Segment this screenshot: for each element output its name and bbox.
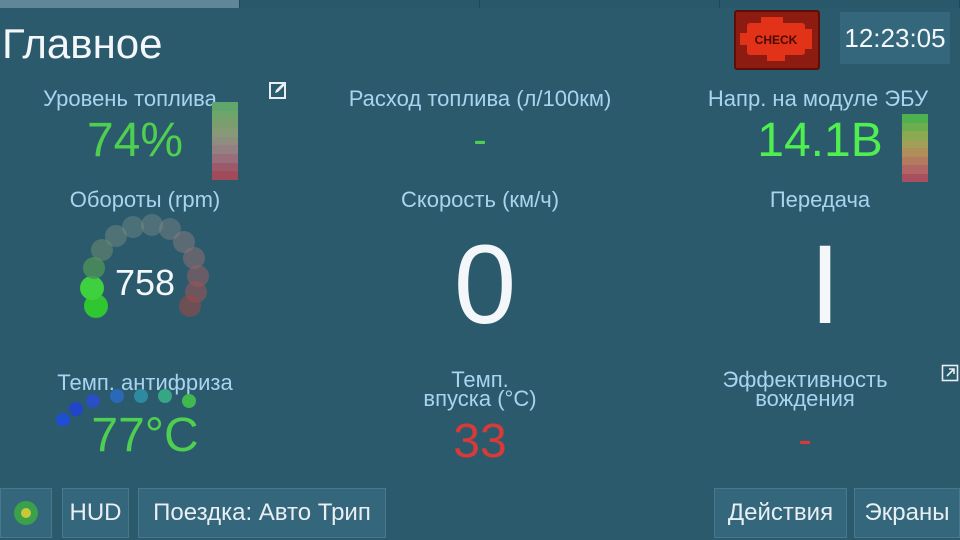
- check-engine-icon: CHECK: [740, 17, 812, 61]
- fuel-consumption-label: Расход топлива (л/100км): [348, 86, 612, 111]
- driving-efficiency-value: -: [798, 418, 812, 462]
- screen-tab-2[interactable]: [240, 0, 480, 8]
- fuel-level-bar: [212, 102, 238, 181]
- intake-temp-label: Темп. впуска (°C): [380, 369, 580, 411]
- screen-tab-3[interactable]: [480, 0, 720, 8]
- check-engine-indicator[interactable]: CHECK: [734, 10, 820, 70]
- intake-temp-value: 33: [453, 415, 507, 468]
- ecu-voltage-bar: [902, 114, 928, 182]
- edit-icon[interactable]: [268, 80, 288, 100]
- screen-tab-4[interactable]: [720, 0, 960, 8]
- fuel-consumption-value: -: [473, 118, 487, 162]
- screens-button[interactable]: Экраны: [854, 488, 960, 538]
- gear-label: Передача: [769, 187, 871, 212]
- fuel-level-value: 74%: [86, 114, 184, 167]
- open-external-icon[interactable]: [941, 364, 959, 382]
- check-engine-label: CHECK: [755, 33, 798, 47]
- clock: 12:23:05: [840, 12, 950, 64]
- ecu-voltage-label: Напр. на модуле ЭБУ: [707, 86, 929, 111]
- intake-temp-label-line2: впуска (°C): [423, 386, 537, 411]
- actions-button[interactable]: Действия: [714, 488, 847, 538]
- ecu-voltage-value: 14.1В: [757, 114, 883, 167]
- coolant-temp-value: 77°C: [91, 409, 199, 462]
- screen-tab-1[interactable]: [0, 0, 240, 8]
- screen-tab-bar: [0, 0, 960, 10]
- green-dot-icon: [14, 501, 38, 525]
- speed-label: Скорость (км/ч): [400, 187, 560, 212]
- speed-value: 0: [453, 222, 517, 347]
- trip-button[interactable]: Поездка: Авто Трип: [138, 488, 386, 538]
- page-title: Главное: [2, 20, 163, 67]
- gear-value: I: [809, 222, 841, 347]
- hud-button[interactable]: HUD: [62, 488, 129, 538]
- driving-efficiency-label: Эффективность вождения: [690, 369, 920, 410]
- rpm-value: 758: [114, 262, 176, 303]
- status-button[interactable]: [0, 488, 52, 538]
